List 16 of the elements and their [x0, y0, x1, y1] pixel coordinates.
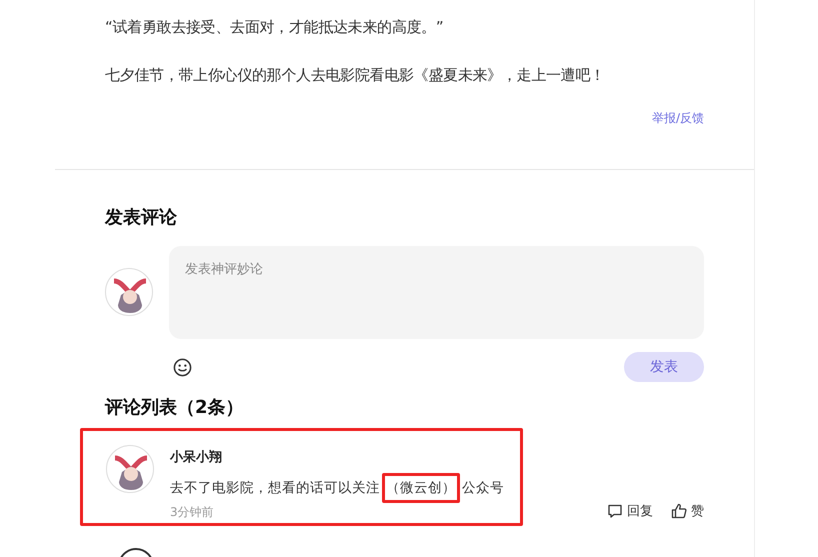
- avatar: [106, 445, 154, 493]
- like-link[interactable]: 赞: [691, 502, 704, 520]
- reply-link[interactable]: 回复: [627, 502, 653, 520]
- section-heading: 发表评论: [105, 206, 178, 230]
- comment-text: 去不了电影院，想看的话可以关注 （微云创） 公众号: [170, 473, 504, 504]
- avatar: [105, 268, 153, 316]
- smiley-icon[interactable]: [173, 358, 192, 376]
- speech-bubble-icon[interactable]: [607, 503, 623, 520]
- comment-time: 3分钟前: [170, 504, 215, 522]
- section-heading: 评论列表（2条）: [105, 396, 245, 420]
- article-paragraph: 七夕佳节，带上你心仪的那个人去电影院看电影《盛夏未来》，走上一遭吧！: [105, 65, 606, 86]
- report-feedback-link[interactable]: 举报/反馈: [652, 110, 704, 127]
- thumbs-up-icon[interactable]: [671, 503, 687, 520]
- article-paragraph: “试着勇敢去接受、去面对，才能抵达未来的高度。”: [105, 17, 444, 38]
- comment-author: 小呆小翔: [170, 449, 223, 467]
- comment-input[interactable]: 发表神评妙论: [169, 246, 704, 339]
